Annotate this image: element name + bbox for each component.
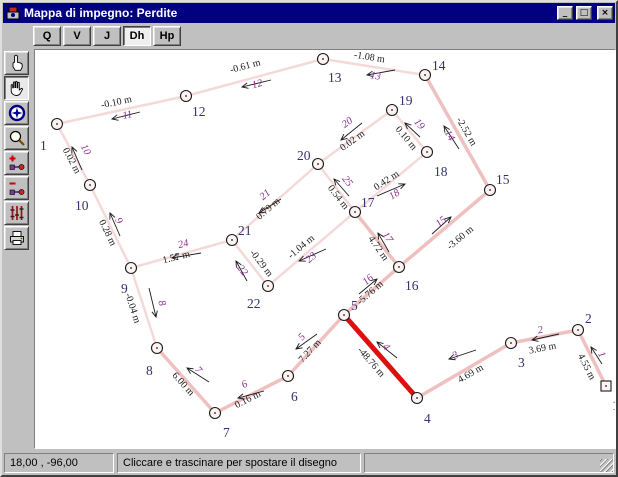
link-number-12: 12 [251,78,265,92]
node-label-j6: 6 [291,389,298,404]
valves-icon [8,204,26,222]
node-label-j11: 1 [40,138,47,153]
node-label-j4: 4 [424,411,431,426]
link-number-8: 8 [155,299,167,308]
remove-element-button[interactable] [4,176,29,200]
cursor-coordinates: 18,00 , -96,00 [4,453,114,473]
node-label-j15: 15 [496,172,510,187]
link-value-1: 4.55 m [575,352,598,382]
pointer-hand-icon [8,54,26,72]
magnifier-button[interactable] [4,126,29,150]
node-label-j10: 10 [75,198,89,213]
link-value-15: -3.60 m [445,224,476,253]
close-button[interactable]: × [597,6,613,20]
maximize-button[interactable]: □ [576,6,592,20]
link-number-13: 13 [369,70,381,83]
tool-column [2,49,34,449]
pan-hand-button[interactable] [4,76,29,100]
node-label-j9: 9 [121,281,128,296]
magnifier-icon [8,129,26,147]
app-window: Mappa di impegno: Perdite _ □ × QVJDhHp … [0,0,618,477]
link-2[interactable] [511,330,578,343]
node-label-j1r: 1 [612,398,616,413]
status-hint: Cliccare e trascinare per spostare il di… [117,453,361,473]
link-4[interactable] [344,315,417,398]
link-number-2: 2 [537,325,545,337]
link-23[interactable] [268,212,355,286]
link-value-10: 0.02 m [60,146,83,176]
link-value-24: 1.57 m [162,249,192,266]
node-label-j21: 21 [238,223,252,238]
toolbar-button-hp[interactable]: Hp [153,26,181,46]
app-icon [5,5,21,21]
link-number-25: 25 [339,174,354,189]
titlebar: Mappa di impegno: Perdite _ □ × [3,3,615,23]
node-label-j2: 2 [585,311,592,326]
link-number-11: 11 [122,109,134,122]
node-label-j13: 13 [328,70,342,85]
node-label-j7: 7 [223,425,230,440]
zoom-extents-icon [8,104,26,122]
node-label-j18: 18 [434,164,448,179]
toolbar-button-q[interactable]: Q [33,26,61,46]
printer-icon [8,229,26,247]
window-title: Mappa di impegno: Perdite [24,6,554,20]
node-label-j20: 20 [297,148,311,163]
main-area: 4.55 m13.69 m24.69 m3-48.76 m47.27 m50.1… [2,49,616,449]
node-label-j12: 12 [192,104,206,119]
pointer-hand-button[interactable] [4,51,29,75]
node-label-j22: 22 [247,296,261,311]
node-label-j19: 19 [399,93,413,108]
status-spare [364,453,614,473]
link-number-22: 22 [234,263,250,279]
link-value-2: 3.69 m [528,340,558,356]
link-number-18: 18 [387,187,402,202]
valves-button[interactable] [4,201,29,225]
printer-button[interactable] [4,226,29,250]
add-element-icon [8,154,26,172]
view-toolbar: QVJDhHp [2,23,616,49]
link-number-19: 19 [411,117,427,133]
toolbar-button-v[interactable]: V [63,26,91,46]
node-label-j8: 8 [146,363,153,378]
node-label-j16: 16 [405,278,419,293]
pan-hand-icon [8,79,26,97]
map-canvas[interactable]: 4.55 m13.69 m24.69 m3-48.76 m47.27 m50.1… [34,49,616,449]
link-number-9: 9 [112,216,125,226]
link-value-13: -1.08 m [353,50,386,65]
link-number-6: 6 [240,378,250,391]
link-number-10: 10 [78,143,93,158]
minimize-button[interactable]: _ [557,6,573,20]
link-number-20: 20 [340,115,356,131]
network-map: 4.55 m13.69 m24.69 m3-48.76 m47.27 m50.1… [35,50,616,446]
add-element-button[interactable] [4,151,29,175]
resize-grip[interactable] [600,459,613,472]
zoom-extents-button[interactable] [4,101,29,125]
node-label-j14: 14 [432,58,446,73]
status-bar: 18,00 , -96,00 Cliccare e trascinare per… [2,449,616,475]
node-label-j17: 17 [361,195,375,210]
node-label-j5: 5 [351,298,358,313]
link-15[interactable] [399,190,490,267]
node-label-j3: 3 [518,355,525,370]
link-value-6: 0.16 m [233,388,263,411]
remove-element-icon [8,179,26,197]
toolbar-button-j[interactable]: J [93,26,121,46]
link-value-20: 0.02 m [338,128,367,153]
link-value-12: -0.61 m [229,57,262,76]
link-value-5: 7.27 m [297,337,324,365]
toolbar-button-dh[interactable]: Dh [123,26,151,46]
link-number-1: 1 [595,350,607,360]
